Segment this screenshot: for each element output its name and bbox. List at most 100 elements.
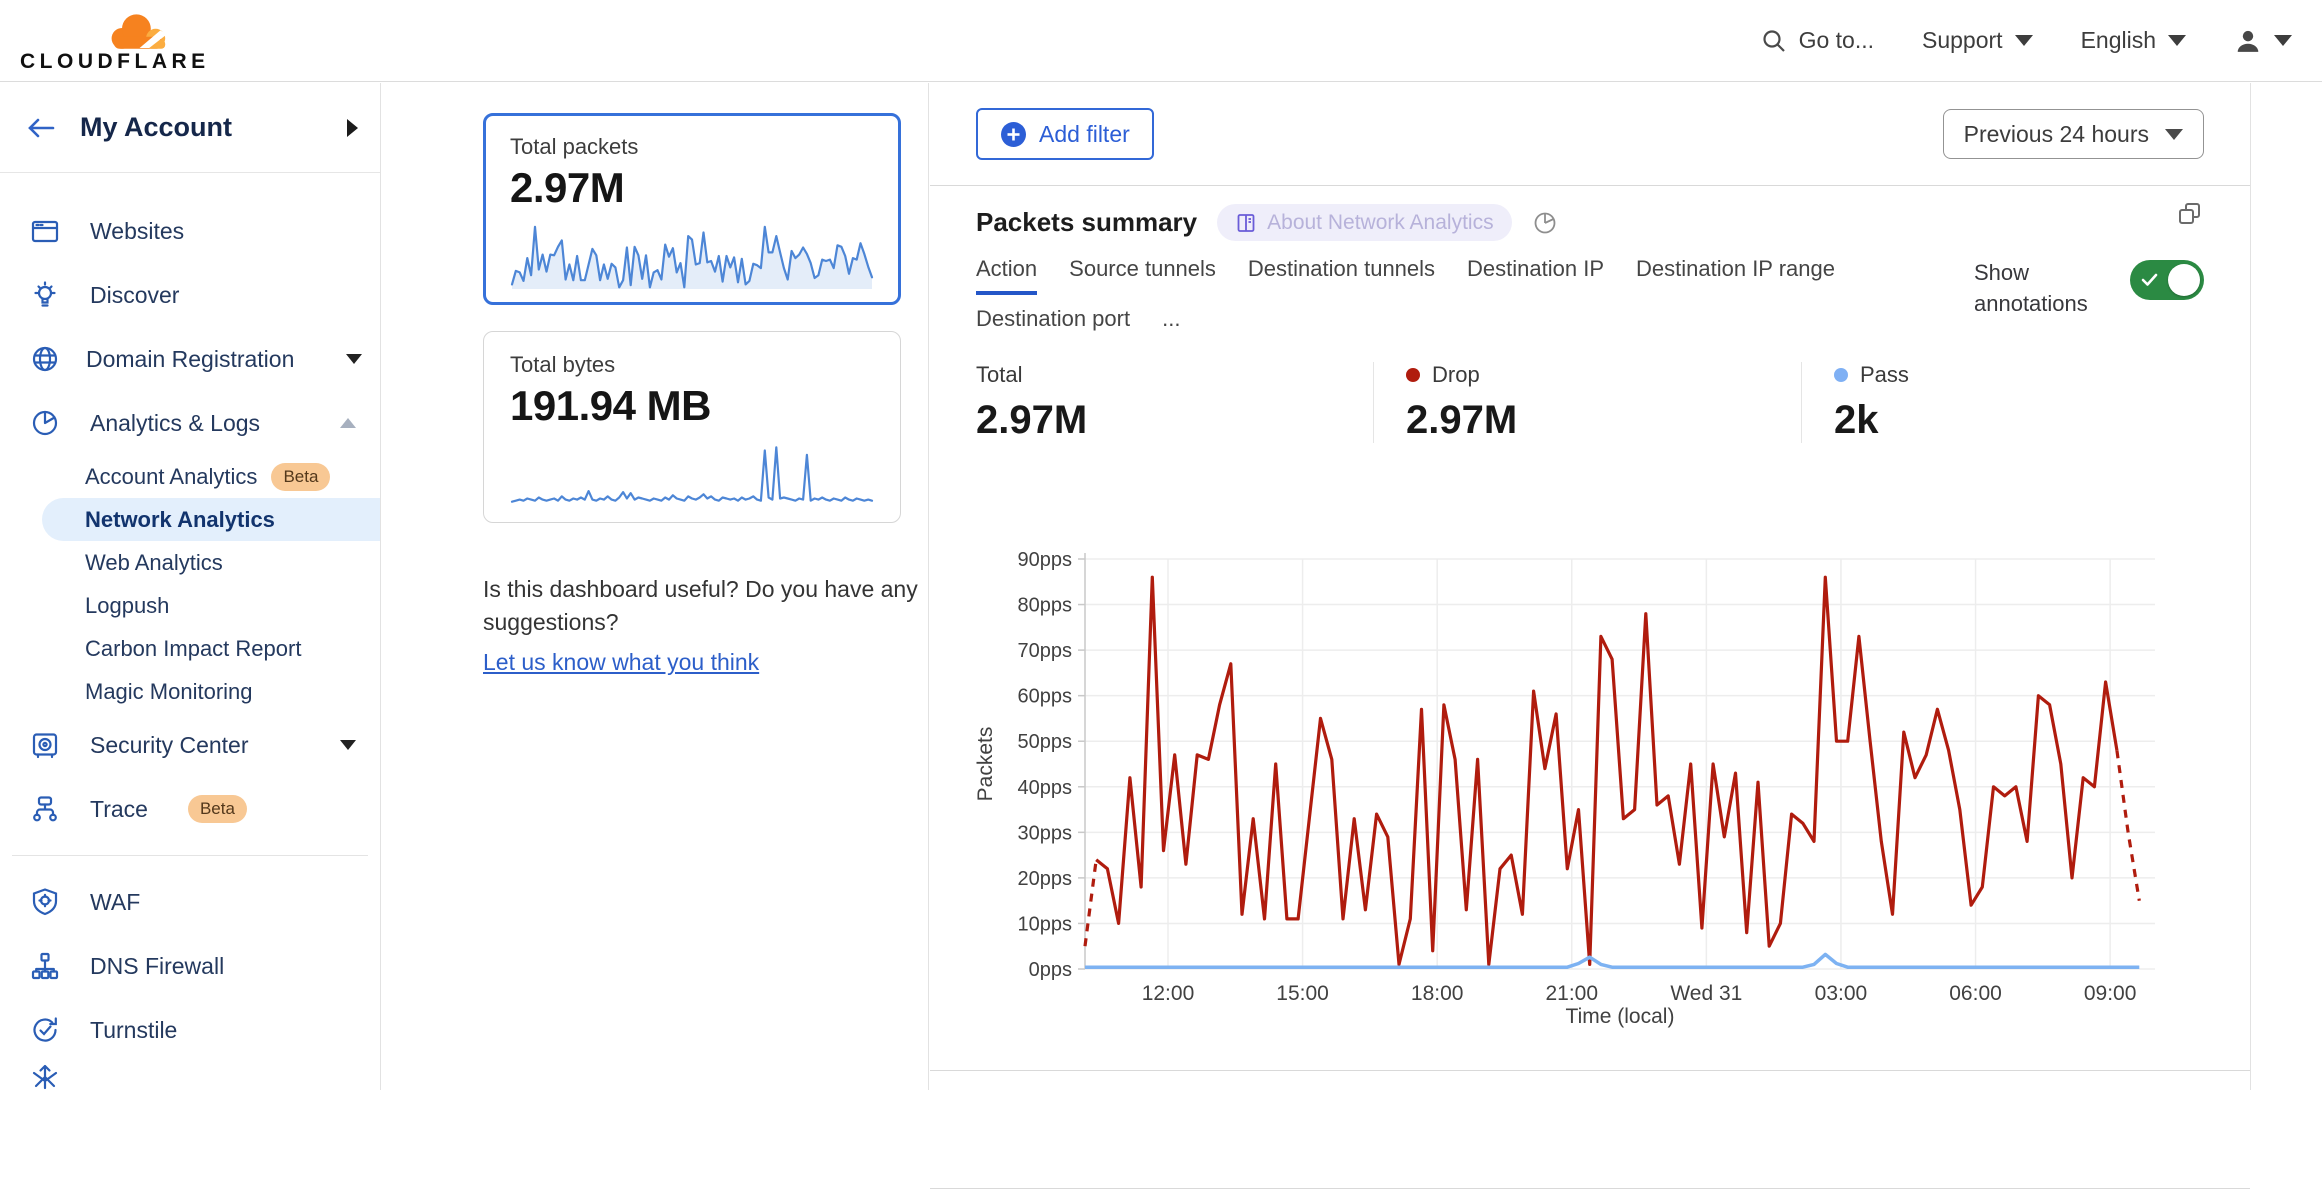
sidebar-item-label: Analytics & Logs bbox=[90, 410, 260, 437]
svg-text:50pps: 50pps bbox=[1018, 731, 1073, 753]
pie-chart-icon[interactable] bbox=[1532, 210, 1558, 236]
sidebar-item-waf[interactable]: WAF bbox=[0, 870, 380, 934]
filter-toolbar: Add filter Previous 24 hours bbox=[930, 83, 2250, 185]
sidebar-item-label: Discover bbox=[90, 282, 179, 309]
cloudflare-wordmark: CLOUDFLARE bbox=[20, 50, 210, 74]
beta-badge: Beta bbox=[188, 795, 247, 823]
svg-text:90pps: 90pps bbox=[1018, 549, 1073, 571]
tab-source-tunnels[interactable]: Source tunnels bbox=[1069, 248, 1216, 295]
sidebar-item-label: Account Analytics bbox=[85, 464, 257, 490]
refresh-check-icon bbox=[30, 1015, 60, 1045]
tab-action[interactable]: Action bbox=[976, 248, 1037, 295]
chevron-up-icon bbox=[340, 418, 356, 428]
user-icon bbox=[2234, 28, 2262, 54]
support-menu[interactable]: Support bbox=[1922, 27, 2033, 54]
book-icon bbox=[1235, 212, 1257, 234]
dns-tree-icon bbox=[30, 951, 64, 981]
sidebar-item-dns-firewall[interactable]: DNS Firewall bbox=[0, 934, 380, 998]
svg-text:60pps: 60pps bbox=[1018, 686, 1073, 708]
stat-label: Pass bbox=[1860, 362, 1909, 388]
time-range-dropdown[interactable]: Previous 24 hours bbox=[1943, 109, 2204, 159]
browser-icon bbox=[30, 216, 60, 246]
shield-gear-icon bbox=[30, 887, 64, 917]
sidebar-item-label: WAF bbox=[90, 889, 140, 916]
spark-icon bbox=[30, 1062, 60, 1090]
total-bytes-card[interactable]: Total bytes 191.94 MB bbox=[483, 331, 901, 523]
sidebar-item-turnstile[interactable]: Turnstile bbox=[0, 998, 380, 1062]
sidebar-item-websites[interactable]: Websites bbox=[0, 199, 380, 263]
expand-panel-icon[interactable] bbox=[2176, 200, 2204, 228]
chevron-right-icon bbox=[347, 119, 358, 137]
sidebar-item-account-analytics[interactable]: Account AnalyticsBeta bbox=[0, 455, 380, 498]
add-filter-button[interactable]: Add filter bbox=[976, 108, 1154, 160]
lightbulb-icon bbox=[30, 280, 60, 310]
show-annotations-control: Show annotations bbox=[1974, 258, 2204, 320]
panel-header: Packets summary About Network Analytics bbox=[976, 204, 1558, 241]
summary-column: Total packets 2.97M Total bytes 191.94 M… bbox=[381, 83, 929, 1090]
main-content: Add filter Previous 24 hours Packets sum… bbox=[930, 83, 2251, 1090]
sidebar-item-discover[interactable]: Discover bbox=[0, 263, 380, 327]
stat-label-row: Total bbox=[976, 362, 1373, 388]
tab-more[interactable]: ... bbox=[1162, 298, 1180, 345]
sidebar-item-carbon-impact-report[interactable]: Carbon Impact Report bbox=[0, 627, 380, 670]
about-network-analytics-badge[interactable]: About Network Analytics bbox=[1217, 204, 1511, 241]
scroll-gutter[interactable] bbox=[2251, 83, 2322, 1090]
add-filter-label: Add filter bbox=[1039, 121, 1130, 148]
svg-text:09:00: 09:00 bbox=[2084, 982, 2137, 1005]
sidebar-item-domain-registration[interactable]: Domain Registration bbox=[0, 327, 380, 391]
sidebar-item-trace[interactable]: Trace Beta bbox=[0, 777, 380, 841]
sidebar-item-security-center[interactable]: Security Center bbox=[0, 713, 380, 777]
cloudflare-logo[interactable]: CLOUDFLARE bbox=[20, 8, 210, 74]
card-value: 191.94 MB bbox=[510, 382, 874, 430]
svg-text:20pps: 20pps bbox=[1018, 868, 1073, 890]
total-packets-sparkline bbox=[510, 218, 874, 292]
total-packets-card[interactable]: Total packets 2.97M bbox=[483, 113, 901, 305]
sidebar-item-logpush[interactable]: Logpush bbox=[0, 584, 380, 627]
sidebar-item-web-analytics[interactable]: Web Analytics bbox=[0, 541, 380, 584]
support-label: Support bbox=[1922, 27, 2003, 54]
sidebar-item-label: Magic Monitoring bbox=[85, 679, 253, 705]
pie-icon bbox=[30, 408, 64, 438]
annotations-toggle[interactable] bbox=[2130, 260, 2204, 300]
cloudflare-cloud-icon bbox=[98, 8, 178, 52]
pie-icon bbox=[30, 408, 60, 438]
sidebar-item-magic-monitoring[interactable]: Magic Monitoring bbox=[0, 670, 380, 713]
globe-icon bbox=[30, 344, 60, 374]
account-menu[interactable] bbox=[2234, 28, 2292, 54]
svg-text:Wed 31: Wed 31 bbox=[1670, 982, 1742, 1005]
tab-destination-ip-range[interactable]: Destination IP range bbox=[1636, 248, 1835, 295]
svg-text:Time (local): Time (local) bbox=[1566, 1005, 1675, 1028]
globe-icon bbox=[30, 344, 60, 374]
sidebar-item-network-analytics[interactable]: Network Analytics bbox=[42, 498, 380, 541]
feedback-block: Is this dashboard useful? Do you have an… bbox=[483, 573, 943, 679]
packets-summary-panel: Packets summary About Network Analytics … bbox=[930, 185, 2250, 1071]
tab-destination-ip[interactable]: Destination IP bbox=[1467, 248, 1604, 295]
card-value: 2.97M bbox=[510, 164, 874, 212]
sidebar-item-partial[interactable] bbox=[0, 1062, 380, 1090]
sidebar-item-label: Trace bbox=[90, 796, 148, 823]
stat-label-row: Pass bbox=[1834, 362, 1909, 388]
packets-time-series-chart[interactable]: 0pps10pps20pps30pps40pps50pps60pps70pps8… bbox=[976, 542, 2206, 1034]
top-nav: Go to... Support English bbox=[1761, 27, 2292, 54]
sidebar: My Account Websites Discover Domain Regist… bbox=[0, 83, 381, 1090]
tab-destination-port[interactable]: Destination port bbox=[976, 298, 1130, 345]
sidebar-account-header[interactable]: My Account bbox=[0, 83, 380, 173]
sidebar-item-analytics-logs[interactable]: Analytics & Logs bbox=[0, 391, 380, 455]
svg-text:0pps: 0pps bbox=[1029, 959, 1072, 981]
tab-destination-tunnels[interactable]: Destination tunnels bbox=[1248, 248, 1435, 295]
safe-icon bbox=[30, 730, 64, 760]
svg-text:Packets: Packets bbox=[976, 727, 997, 802]
my-account-label: My Account bbox=[80, 112, 323, 143]
sidebar-item-label: Network Analytics bbox=[85, 507, 275, 533]
feedback-link[interactable]: Let us know what you think bbox=[483, 646, 759, 679]
go-to-label: Go to... bbox=[1799, 27, 1874, 54]
stat-label-row: Drop bbox=[1406, 362, 1801, 388]
card-title: Total bytes bbox=[510, 352, 874, 378]
stat-label: Drop bbox=[1432, 362, 1480, 388]
language-menu[interactable]: English bbox=[2081, 27, 2186, 54]
sidebar-item-label: Security Center bbox=[90, 732, 249, 759]
go-to-search[interactable]: Go to... bbox=[1761, 27, 1874, 54]
svg-text:30pps: 30pps bbox=[1018, 822, 1073, 844]
toggle-knob bbox=[2168, 264, 2200, 296]
stats-row: Total2.97MDrop2.97MPass2k bbox=[976, 362, 2204, 443]
